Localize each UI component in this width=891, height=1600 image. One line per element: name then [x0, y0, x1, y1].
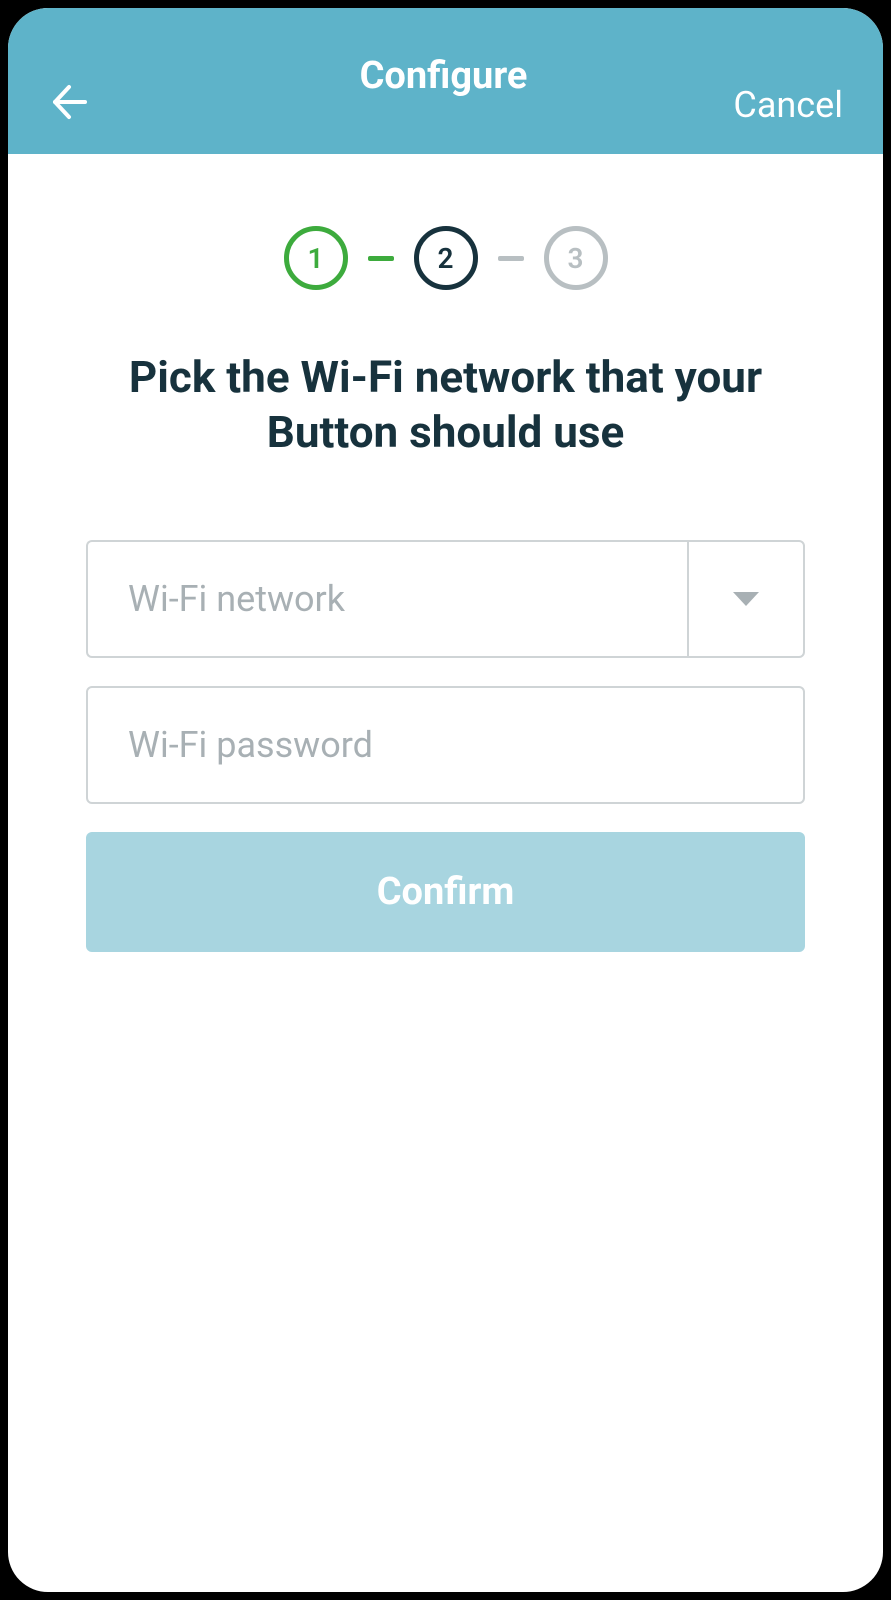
network-dropdown-button[interactable]	[687, 540, 805, 658]
confirm-button[interactable]: Confirm	[86, 832, 805, 952]
wifi-network-input[interactable]	[86, 540, 687, 658]
back-arrow-icon	[47, 81, 89, 123]
step-1-circle: 1	[284, 226, 348, 290]
step-3-circle: 3	[544, 226, 608, 290]
back-button[interactable]	[44, 78, 92, 126]
step-connector-2	[498, 256, 524, 261]
chevron-down-icon	[730, 589, 762, 609]
step-2-circle: 2	[414, 226, 478, 290]
network-row	[86, 540, 805, 658]
page-title: Pick the Wi-Fi network that your Button …	[8, 350, 883, 460]
header-title: Configure	[360, 54, 528, 98]
step-indicator: 1 2 3	[8, 226, 883, 290]
step-connector-1	[368, 256, 394, 261]
cancel-button[interactable]: Cancel	[733, 84, 843, 126]
app-frame: Configure Cancel 1 2 3 Pick the Wi-Fi ne…	[0, 0, 891, 1600]
wifi-form: Confirm	[8, 540, 883, 952]
header-bar: Configure Cancel	[8, 8, 883, 154]
password-row	[86, 686, 805, 804]
wifi-password-input[interactable]	[86, 686, 805, 804]
